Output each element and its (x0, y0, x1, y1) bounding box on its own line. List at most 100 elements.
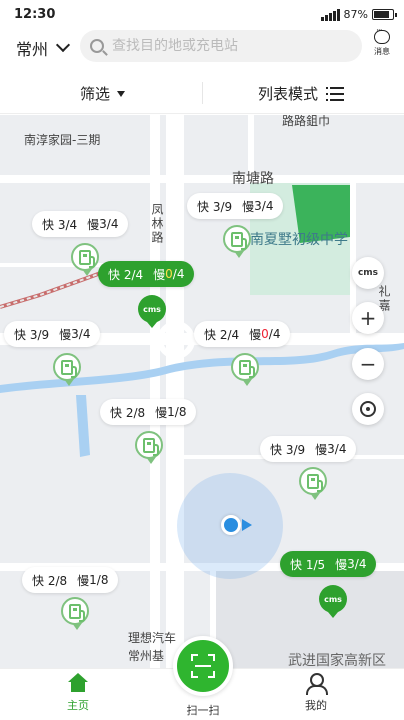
charger-icon (69, 603, 85, 622)
list-mode-label: 列表模式 (258, 85, 319, 103)
slow-prefix: 慢 (59, 327, 72, 342)
charger-icon (143, 437, 159, 456)
station-bubble-selected[interactable]: 快 2/4 慢 0/4 (98, 261, 195, 287)
slow-prefix: 慢 (315, 442, 328, 457)
caret-down-icon (117, 90, 126, 97)
message-label: 消息 (374, 47, 390, 56)
station-bubble[interactable]: 快 2/8 慢 1/8 (22, 567, 119, 593)
slow-total: /8 (174, 405, 187, 419)
fast-count: 快 2/4 (204, 327, 240, 342)
slow-available: 0 (261, 327, 269, 341)
station-bubble-highlight[interactable]: 快 1/5 慢 3/4 (280, 551, 377, 577)
zoom-in-button[interactable]: + (352, 302, 384, 334)
station-bubble[interactable]: 快 3/4 慢 3/4 (32, 211, 129, 237)
slow-available: 3 (327, 442, 335, 456)
station-bubble[interactable]: 快 3/9 慢 3/4 (260, 436, 357, 462)
slow-available: 3 (71, 327, 79, 341)
fast-count: 快 2/4 (108, 267, 144, 282)
map-view[interactable]: 路路鉏巾 南淳家园-三期 南塘路 凤林路 南夏墅初级中学 礼嘉 理想汽车 常州基… (0, 115, 404, 668)
zoom-out-button[interactable]: − (352, 348, 384, 380)
charger-icon (307, 473, 323, 492)
slow-available: 3 (347, 557, 355, 571)
fast-count: 快 3/9 (270, 442, 306, 457)
home-icon (67, 673, 89, 693)
battery-percent: 87% (343, 8, 368, 21)
search-icon (90, 39, 104, 53)
map-label-company: 理想汽车 (128, 631, 177, 645)
fast-count: 快 2/8 (110, 405, 146, 420)
fast-count: 快 3/9 (14, 327, 50, 342)
slow-total: /4 (354, 557, 367, 571)
scan-button[interactable] (173, 636, 233, 696)
fast-count: 快 3/9 (197, 199, 233, 214)
charger-pin[interactable] (230, 353, 260, 389)
slow-total: /4 (78, 327, 91, 341)
slow-total: /4 (172, 267, 185, 281)
station-bubble[interactable]: 快 3/9 慢 3/4 (4, 321, 101, 347)
search-input[interactable] (112, 38, 352, 54)
charger-pin[interactable] (134, 431, 164, 467)
station-bubble[interactable]: 快 3/9 慢 3/4 (187, 193, 284, 219)
map-label-community: 南淳家园-三期 (24, 133, 101, 147)
search-box[interactable] (80, 30, 362, 62)
filter-label: 筛选 (80, 85, 111, 103)
slow-total: /8 (96, 573, 109, 587)
city-selector[interactable]: 常州 (16, 36, 71, 60)
locate-icon (360, 401, 376, 417)
fast-count: 快 2/8 (32, 573, 68, 588)
list-icon (326, 86, 345, 101)
user-icon (305, 673, 328, 695)
slow-prefix: 慢 (155, 405, 168, 420)
charger-icon (239, 359, 255, 378)
charger-icon (61, 359, 77, 378)
station-bubble[interactable]: 快 2/4 慢 0/4 (194, 321, 291, 347)
slow-available: 0 (165, 267, 173, 281)
search-header: 常州 消息 (0, 26, 404, 68)
status-bar: 12:30 87% (0, 0, 404, 28)
chevron-down-icon (55, 37, 71, 53)
map-label-company-2: 常州基 (128, 649, 165, 663)
my-location-icon (221, 515, 241, 535)
charger-pin[interactable] (222, 225, 252, 261)
message-icon (374, 26, 390, 44)
charger-pin[interactable] (70, 243, 100, 279)
slow-prefix: 慢 (249, 327, 262, 342)
signal-icon (320, 8, 340, 21)
slow-prefix: 慢 (77, 573, 90, 588)
battery-icon (372, 9, 397, 20)
charger-pin[interactable] (298, 467, 328, 503)
slow-available: 1 (89, 573, 97, 587)
filter-button[interactable]: 筛选 (80, 83, 126, 104)
slow-prefix: 慢 (87, 217, 100, 232)
charger-pin[interactable] (52, 353, 82, 389)
message-button[interactable]: 消息 (368, 26, 396, 57)
fast-count: 快 1/5 (290, 557, 326, 572)
scan-icon (191, 654, 215, 678)
charger-icon (79, 249, 95, 268)
charger-pin[interactable] (60, 597, 90, 633)
map-label-top: 路路鉏巾 (282, 115, 331, 128)
nav-profile[interactable]: 我的 (286, 673, 346, 713)
nav-profile-label: 我的 (305, 699, 327, 712)
slow-available: 3 (254, 199, 262, 213)
nav-home-label: 主页 (67, 699, 89, 712)
map-label-district: 武进国家高新区 (288, 653, 386, 668)
slow-available: 3 (99, 217, 107, 231)
slow-prefix: 慢 (242, 199, 255, 214)
slow-total: /4 (261, 199, 274, 213)
nav-home[interactable]: 主页 (48, 673, 108, 713)
station-bubble[interactable]: 快 2/8 慢 1/8 (100, 399, 197, 425)
cms-station-pin[interactable]: cms (319, 585, 347, 618)
slow-total: /4 (268, 327, 281, 341)
heading-arrow-icon (242, 519, 252, 531)
map-label-nantang-road: 南塘路 (232, 171, 274, 187)
list-mode-button[interactable]: 列表模式 (258, 83, 345, 104)
cms-station-pin[interactable]: cms (138, 295, 166, 328)
city-name: 常州 (16, 40, 49, 59)
slow-prefix: 慢 (335, 557, 348, 572)
locate-button[interactable] (352, 393, 384, 425)
cms-filter-button[interactable]: cms (352, 257, 384, 289)
scan-label: 扫一扫 (186, 704, 220, 717)
slow-total: /4 (334, 442, 347, 456)
slow-total: /4 (106, 217, 119, 231)
